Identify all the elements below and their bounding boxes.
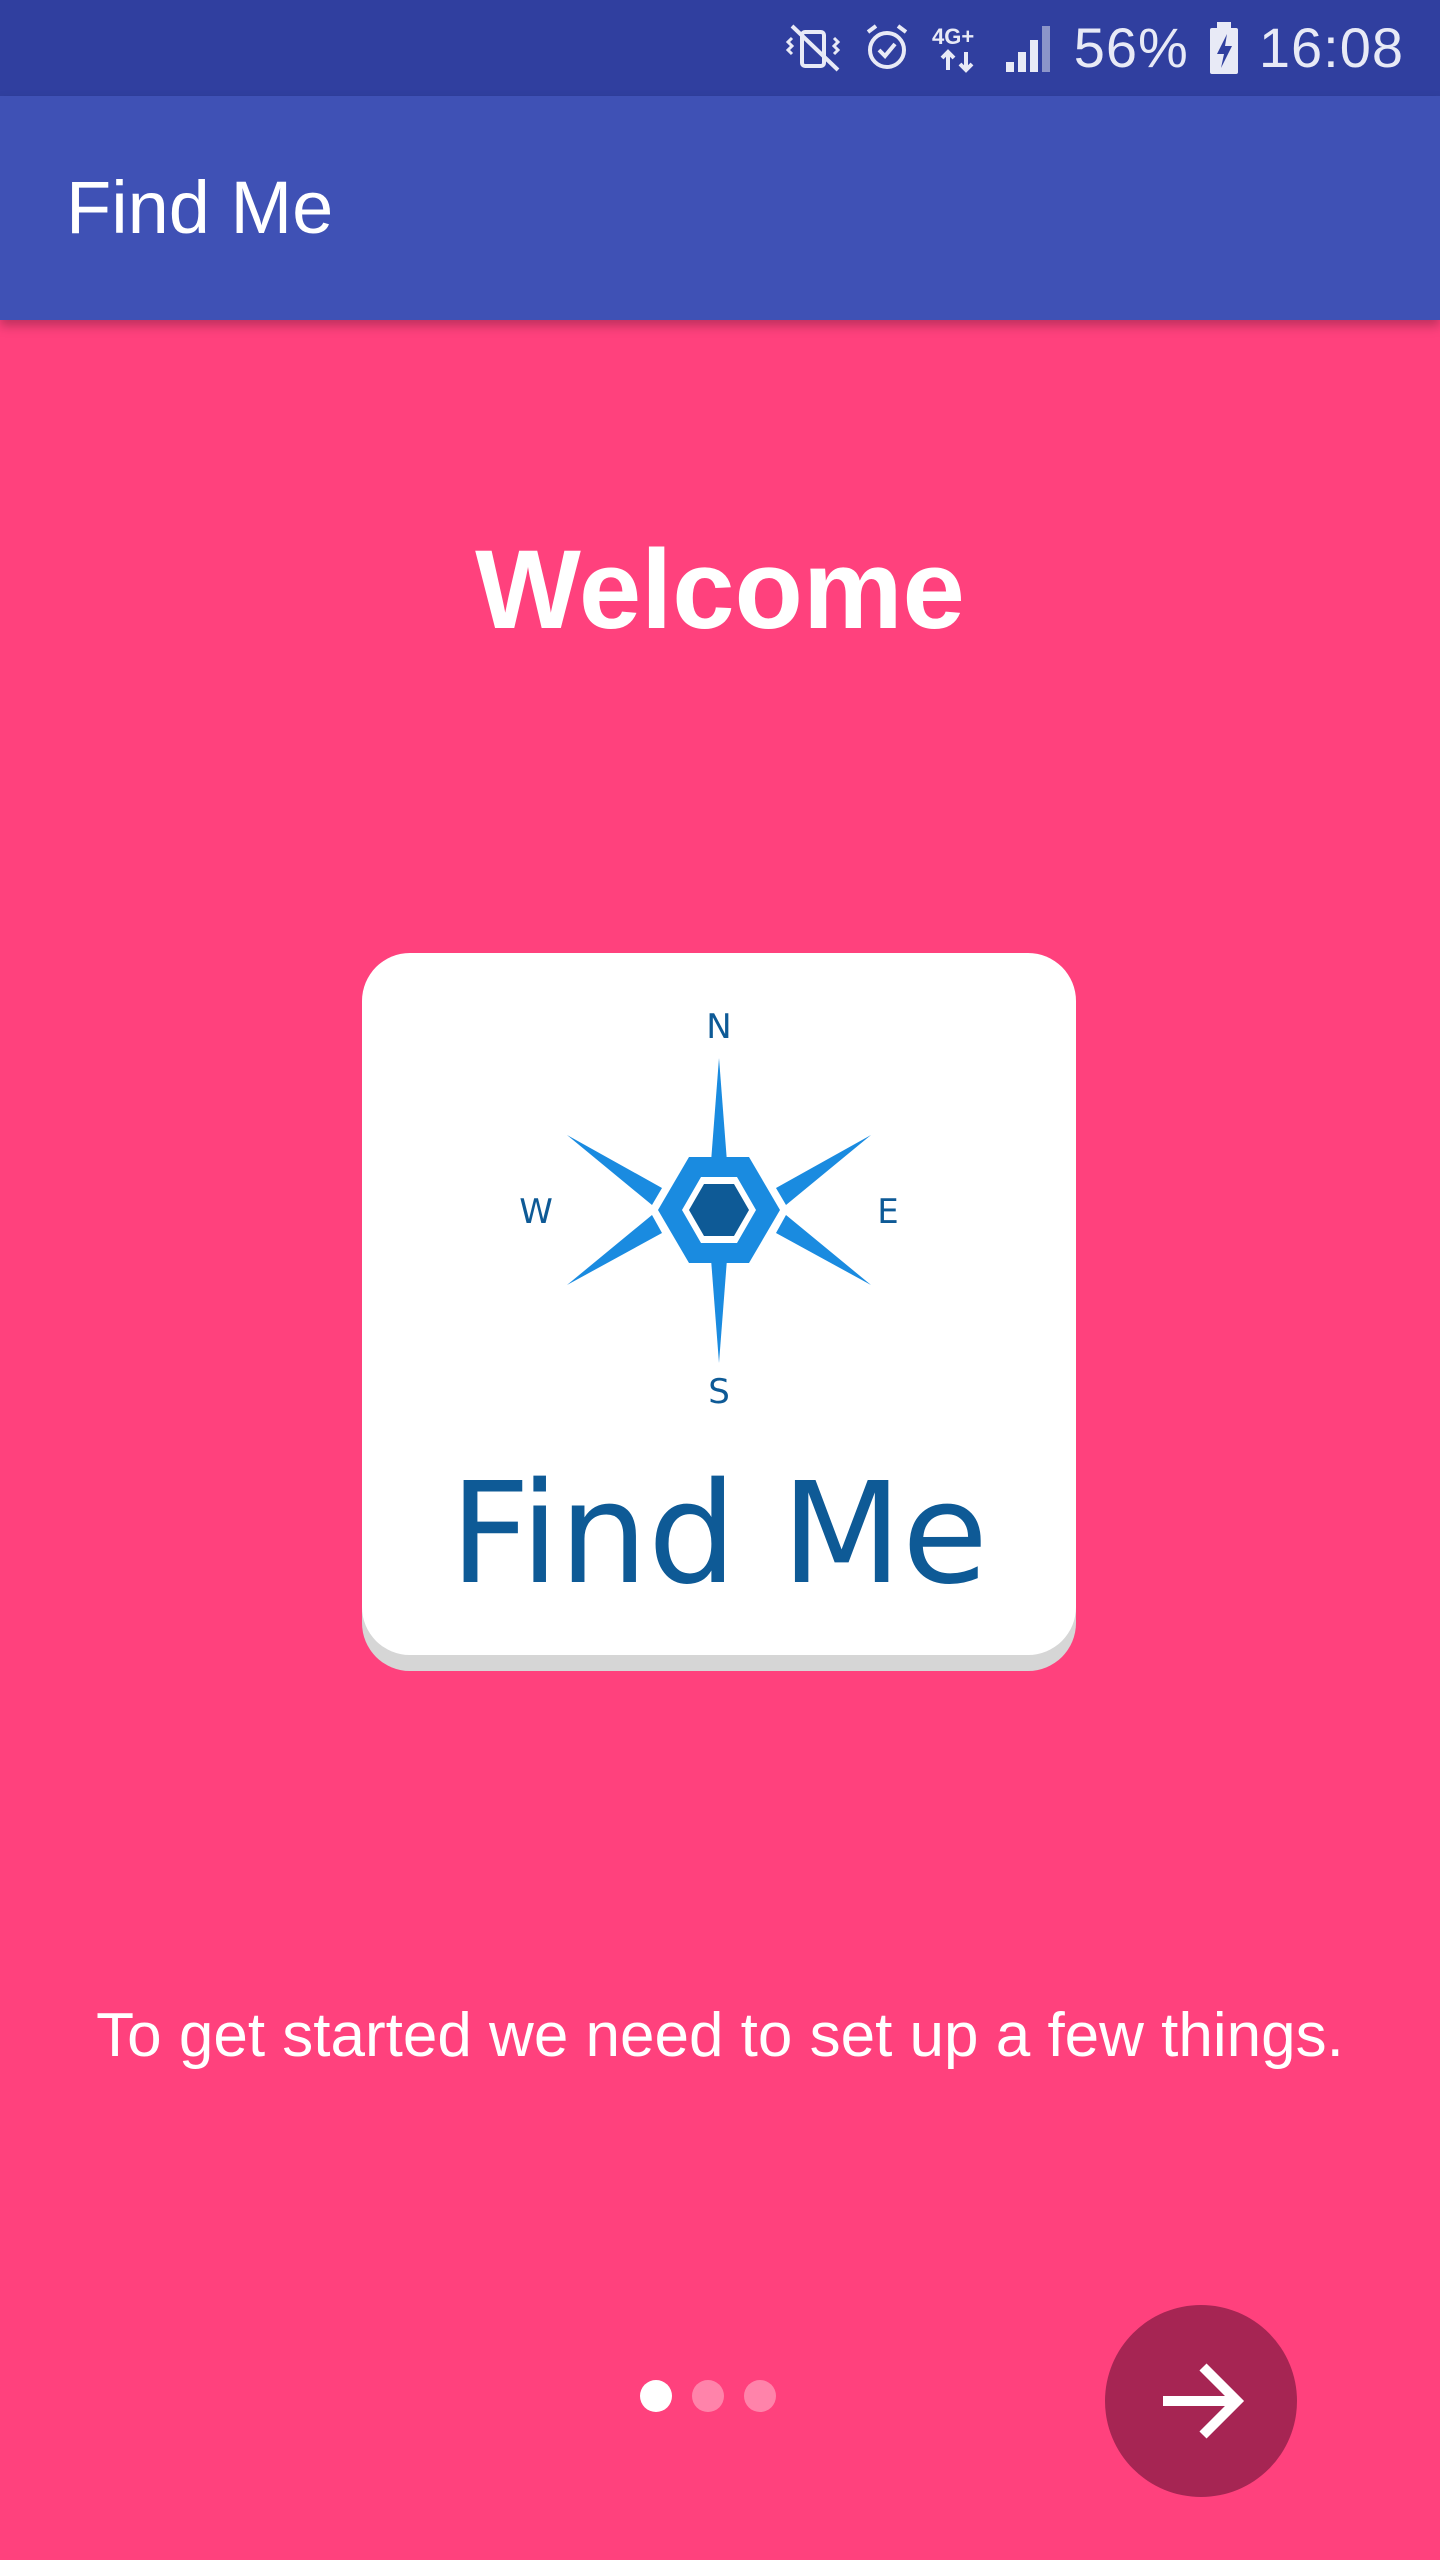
clock: 16:08 (1258, 16, 1404, 79)
status-bar: 4G+ 56% 16:08 (0, 0, 1440, 96)
logo-wordmark: Find Me (449, 1453, 989, 1616)
app-title: Find Me (66, 166, 334, 249)
compass-e-label: E (877, 1192, 898, 1232)
vibrate-mute-icon (784, 20, 844, 76)
compass-s-label: S (708, 1372, 730, 1412)
onboarding-page: Welcome N W E S Find Me To get started w… (0, 320, 1440, 2560)
welcome-heading: Welcome (475, 527, 965, 652)
compass-icon: N W E S (519, 1007, 899, 1412)
page-dot-2[interactable] (692, 2380, 724, 2412)
app-bar: Find Me (0, 96, 1440, 320)
status-icons: 4G+ 56% 16:08 (784, 0, 1404, 96)
network-4g-icon: 4G+ (930, 20, 986, 76)
page-indicator (640, 2380, 776, 2412)
compass-n-label: N (706, 1007, 731, 1047)
signal-icon (1004, 20, 1056, 76)
arrow-right-icon (1163, 2363, 1245, 2439)
page-dot-3[interactable] (744, 2380, 776, 2412)
intro-text: To get started we need to set up a few t… (96, 2001, 1344, 2070)
page-dot-1[interactable] (640, 2380, 672, 2412)
battery-percent: 56% (1073, 16, 1189, 79)
network-label: 4G+ (932, 24, 974, 49)
next-button[interactable] (1105, 2305, 1297, 2497)
app-logo: N W E S Find Me (362, 953, 1076, 1655)
compass-w-label: W (519, 1192, 553, 1232)
battery-charging-icon (1207, 20, 1241, 76)
alarm-icon (862, 20, 912, 76)
